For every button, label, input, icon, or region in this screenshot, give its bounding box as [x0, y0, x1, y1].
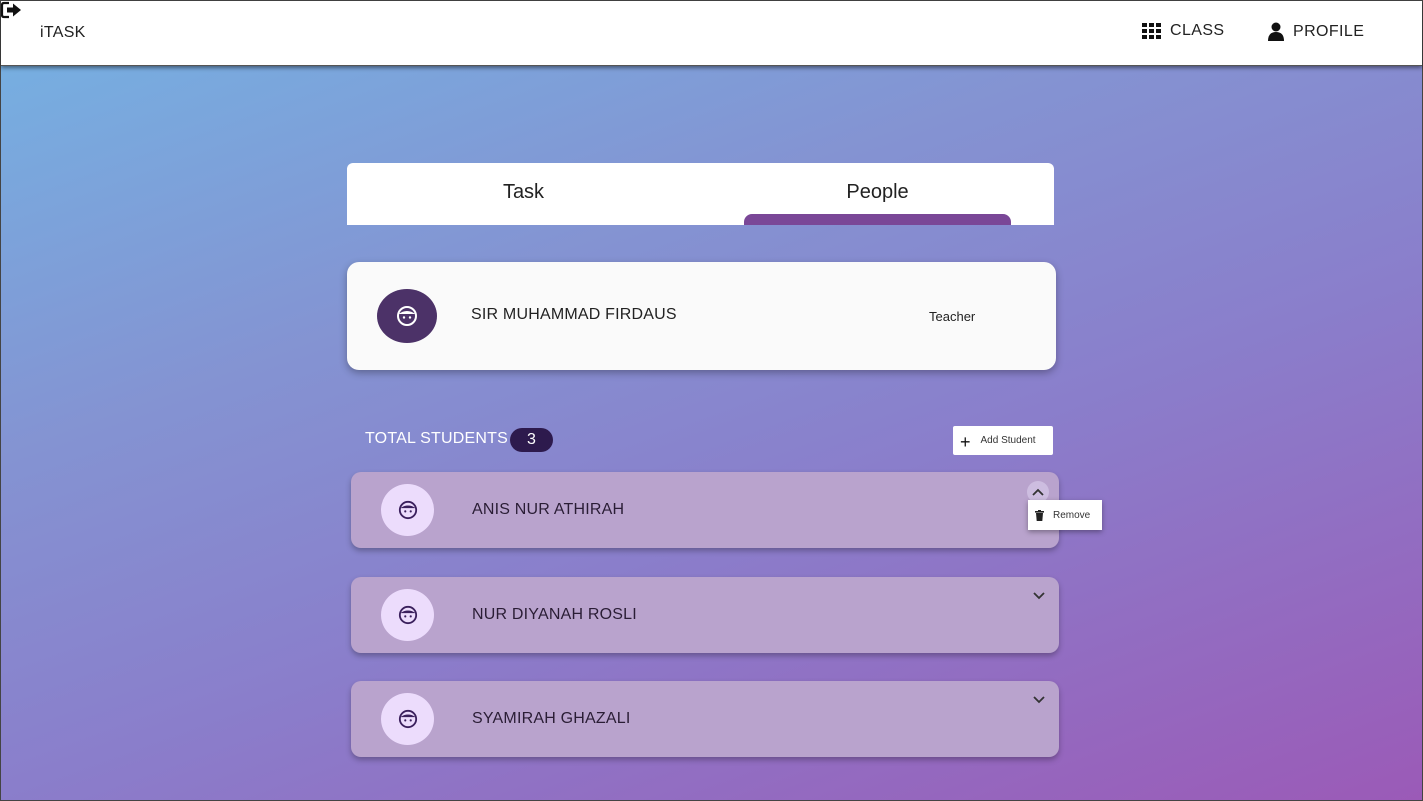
student-name: NUR DIYANAH ROSLI — [472, 606, 637, 623]
face-icon — [398, 500, 417, 520]
add-student-button[interactable]: + Add Student — [953, 426, 1053, 455]
student-card: NUR DIYANAH ROSLI — [351, 577, 1059, 653]
student-card: ANIS NUR ATHIRAH — [351, 472, 1059, 548]
student-card: SYAMIRAH GHAZALI — [351, 681, 1059, 757]
face-icon — [397, 306, 417, 326]
student-name: ANIS NUR ATHIRAH — [472, 501, 625, 518]
logout-icon[interactable] — [1, 1, 1422, 19]
student-name: SYAMIRAH GHAZALI — [472, 710, 631, 727]
teacher-avatar — [377, 289, 437, 343]
plus-icon: + — [960, 431, 971, 452]
chevron-down-icon[interactable] — [1027, 585, 1051, 607]
nav-class-link[interactable]: CLASS — [1142, 22, 1224, 40]
teacher-name: SIR MUHAMMAD FIRDAUS — [471, 306, 677, 323]
tab-task[interactable]: Task — [347, 163, 700, 225]
face-icon — [398, 709, 417, 729]
chevron-down-icon[interactable] — [1027, 689, 1051, 711]
nav-profile-label: PROFILE — [1293, 22, 1365, 40]
student-avatar — [381, 693, 434, 745]
total-students-label: TOTAL STUDENTS — [365, 430, 508, 447]
active-tab-indicator — [744, 214, 1011, 225]
teacher-card: SIR MUHAMMAD FIRDAUS Teacher — [347, 262, 1056, 370]
trash-icon — [1035, 509, 1044, 521]
student-avatar — [381, 589, 434, 641]
user-icon — [1268, 22, 1284, 41]
face-icon — [398, 605, 417, 625]
remove-label: Remove — [1053, 509, 1091, 521]
student-count-badge: 3 — [510, 428, 553, 452]
top-navbar: iTASK CLASS PROFILE — [1, 1, 1422, 66]
remove-student-menu-item[interactable]: Remove — [1028, 500, 1102, 530]
grid-icon — [1142, 23, 1161, 39]
teacher-role: Teacher — [929, 309, 976, 324]
nav-profile-link[interactable]: PROFILE — [1268, 22, 1364, 41]
student-avatar — [381, 484, 434, 536]
add-student-label: Add Student — [980, 435, 1036, 446]
nav-class-label: CLASS — [1170, 22, 1225, 39]
tab-bar: Task People — [347, 163, 1054, 225]
brand-logo[interactable]: iTASK — [40, 24, 86, 42]
